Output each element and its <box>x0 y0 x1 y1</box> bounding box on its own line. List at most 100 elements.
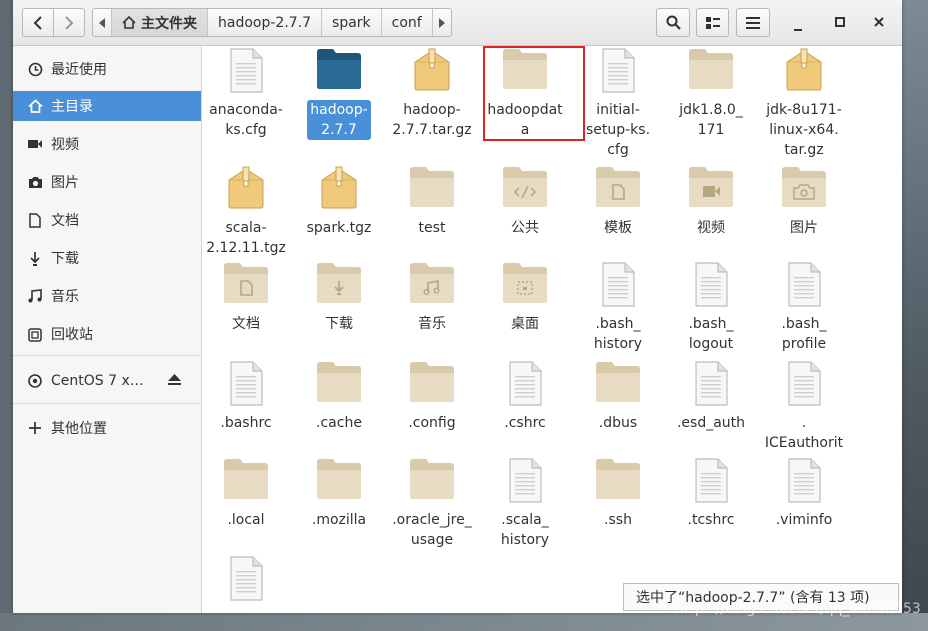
file-item[interactable]: .cshrc <box>482 361 568 433</box>
text-file-icon <box>221 556 271 606</box>
file-item[interactable]: anaconda-ks.cfg <box>203 48 289 140</box>
file-name-label: 下载 <box>322 314 356 334</box>
file-item[interactable]: .bash_ logout <box>668 262 754 354</box>
forward-button[interactable] <box>53 9 84 36</box>
breadcrumb-spark[interactable]: spark <box>321 9 381 36</box>
folder-doc-icon <box>221 262 271 312</box>
archive-icon <box>221 166 271 216</box>
folder-icon <box>593 361 643 411</box>
file-item[interactable]: .scala_history <box>482 458 568 550</box>
sidebar-item-label: 下载 <box>51 251 79 267</box>
text-file-icon <box>686 361 736 411</box>
file-name-line: spark.tgz <box>306 220 372 236</box>
folder-item[interactable]: .dbus <box>575 361 661 433</box>
file-item[interactable]: .viminfo <box>761 458 847 530</box>
file-item[interactable]: scala- 2.12.11.tgz <box>203 166 289 258</box>
file-name-label: .cshrc <box>501 413 548 433</box>
menu-button[interactable] <box>736 8 770 37</box>
sidebar-item-music[interactable]: 音乐 <box>13 281 201 311</box>
text-file-icon <box>686 458 736 508</box>
file-name-label: jdk-8u171- linux-x64. tar.gz <box>763 100 845 160</box>
file-name-line: history <box>500 532 550 548</box>
file-item[interactable]: hadoop- 2.7.7.tar.gz <box>389 48 475 140</box>
archive-icon <box>779 48 829 98</box>
minimize-button[interactable] <box>788 12 808 32</box>
breadcrumb-scroll-left[interactable] <box>93 9 111 36</box>
sidebar-item-trash[interactable]: 回收站 <box>13 319 201 349</box>
breadcrumb-home[interactable]: 主文件夹 <box>111 9 207 36</box>
folder-item[interactable]: 图片 <box>761 166 847 238</box>
triangle-right-icon <box>438 17 445 28</box>
sidebar-item-label: 其他位置 <box>51 421 107 437</box>
file-name-label: jdk1.8.0_ 171 <box>676 100 746 140</box>
folder-item[interactable]: 文档 <box>203 262 289 334</box>
file-item[interactable]: .tcshrc <box>668 458 754 530</box>
text-file-icon <box>500 458 550 508</box>
file-name-label: spark.tgz <box>304 218 375 238</box>
file-item[interactable]: initial-setup-ks. cfg <box>575 48 661 160</box>
folder-item[interactable]: .local <box>203 458 289 530</box>
file-grid: anaconda-ks.cfg hadoop- 2.7.7 hadoop- 2.7.7.… <box>202 46 902 613</box>
folder-item[interactable]: .mozilla <box>296 458 382 530</box>
file-item[interactable]: .ICEauthority <box>761 361 847 473</box>
sidebar-item-home[interactable]: 主目录 <box>13 91 201 121</box>
file-name-label: 文档 <box>229 314 263 334</box>
sidebar-item-recent[interactable]: 最近使用 <box>13 54 201 84</box>
folder-item[interactable]: .cache <box>296 361 382 433</box>
file-name-line: scala- <box>225 220 267 236</box>
folder-item[interactable]: 视频 <box>668 166 754 238</box>
folder-item[interactable]: hadoop- 2.7.7 <box>296 48 382 140</box>
folder-item[interactable]: .config <box>389 361 475 433</box>
back-button[interactable] <box>23 9 53 36</box>
folder-item[interactable]: 模板 <box>575 166 661 238</box>
folder-item[interactable]: 音乐 <box>389 262 475 334</box>
music-icon <box>26 288 44 304</box>
file-name-line: ks.cfg <box>225 122 267 138</box>
text-file-icon <box>593 48 643 98</box>
file-name-line: .bashrc <box>220 415 272 431</box>
file-name-line: logout <box>688 336 734 352</box>
eject-icon[interactable] <box>168 373 181 389</box>
folder-item[interactable]: jdk1.8.0_ 171 <box>668 48 754 140</box>
file-name-label: hadoop- 2.7.7 <box>307 100 371 140</box>
file-name-line: profile <box>781 336 827 352</box>
folder-item[interactable]: .oracle_jre_ usage <box>389 458 475 550</box>
sidebar-item-drive[interactable]: CentOS 7 x… <box>13 366 201 396</box>
file-item[interactable]: jdk-8u171- linux-x64. tar.gz <box>761 48 847 160</box>
view-toggle-button[interactable] <box>696 8 729 37</box>
file-name-line: .bash_ <box>781 316 827 332</box>
file-item[interactable]: .bashrc <box>203 361 289 433</box>
folder-item[interactable]: test <box>389 166 475 238</box>
file-item[interactable]: .bash_ history <box>575 262 661 354</box>
file-name-line: anaconda- <box>209 102 283 118</box>
folder-icon <box>500 48 550 98</box>
text-file-icon <box>593 262 643 312</box>
sidebar-item-label: 主目录 <box>51 99 93 115</box>
folder-item[interactable]: 桌面 <box>482 262 568 334</box>
maximize-button[interactable] <box>830 12 850 32</box>
breadcrumb-label: 主文件夹 <box>141 15 197 32</box>
breadcrumb-label: spark <box>332 14 371 31</box>
sidebar-item-documents[interactable]: 文档 <box>13 205 201 235</box>
folder-item[interactable]: 公共 <box>482 166 568 238</box>
file-name-line: .scala_ <box>501 512 549 528</box>
folder-item[interactable]: .ssh <box>575 458 661 530</box>
file-item[interactable] <box>203 556 289 606</box>
folder-item[interactable]: hadoopdata <box>482 48 568 140</box>
file-item[interactable]: .bash_profile <box>761 262 847 354</box>
text-file-icon <box>686 262 736 312</box>
sidebar-item-pictures[interactable]: 图片 <box>13 167 201 197</box>
sidebar-item-videos[interactable]: 视频 <box>13 129 201 159</box>
breadcrumb-scroll-right[interactable] <box>431 9 451 36</box>
search-button[interactable] <box>656 8 690 37</box>
breadcrumb-hadoop[interactable]: hadoop-2.7.7 <box>207 9 321 36</box>
sidebar-item-other-locations[interactable]: 其他位置 <box>13 413 201 443</box>
breadcrumb-conf[interactable]: conf <box>380 9 432 36</box>
folder-item[interactable]: 下载 <box>296 262 382 334</box>
sidebar-item-downloads[interactable]: 下载 <box>13 243 201 273</box>
file-item[interactable]: .esd_auth <box>668 361 754 433</box>
file-name-line: 下载 <box>325 316 353 332</box>
archive-icon <box>407 48 457 98</box>
close-button[interactable] <box>869 12 889 32</box>
file-item[interactable]: spark.tgz <box>296 166 382 238</box>
